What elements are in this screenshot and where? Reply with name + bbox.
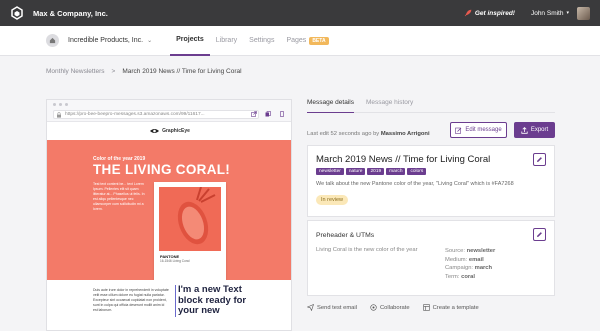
- message-title: March 2019 News // Time for Living Coral: [316, 154, 491, 165]
- pantone-code: 16-1546 Living Coral: [160, 259, 190, 263]
- new-text-block[interactable]: I'm a new Text block ready for your new: [175, 284, 255, 317]
- email-body: Duis aute irure dolor in reprehenderit i…: [47, 280, 291, 330]
- last-edit-info: Last edit 52 seconds ago by Massimo Arri…: [307, 131, 430, 137]
- utm-medium: email: [468, 256, 484, 263]
- preheader-card: Preheader & UTMs Living Coral is the new…: [307, 220, 555, 296]
- breadcrumb-current: March 2019 News // Time for Living Coral: [122, 68, 242, 75]
- email-header: GraphicEye: [47, 122, 291, 140]
- collaborate-icon: [370, 304, 377, 311]
- collaborate-button[interactable]: Collaborate: [370, 304, 410, 311]
- message-description: We talk about the new Pantone color of t…: [316, 181, 514, 187]
- pencil-icon: [537, 157, 542, 162]
- get-inspired-link[interactable]: Get inspired!: [464, 9, 515, 17]
- utm-list: Source: newsletter Medium: email Campaig…: [445, 248, 496, 280]
- tag[interactable]: newsletter: [316, 168, 344, 175]
- tab-message-details[interactable]: Message details: [307, 99, 354, 113]
- breadcrumb-parent[interactable]: Monthly Newsletters: [46, 68, 105, 75]
- pantone-card: PANTONE 16-1546 Living Coral: [154, 182, 226, 280]
- utm-term: coral: [461, 273, 475, 280]
- last-edit-user: Massimo Arrigoni: [380, 131, 430, 137]
- hero-title: THE LIVING CORAL!: [93, 162, 231, 177]
- tag[interactable]: 2019: [367, 168, 385, 175]
- home-icon[interactable]: [46, 34, 59, 47]
- avatar[interactable]: [577, 6, 590, 20]
- copy-icon[interactable]: [265, 111, 271, 117]
- preview-browser-chrome: https://pro-bee-beepro-messages.s3.amazo…: [47, 100, 291, 122]
- edit-details-button[interactable]: [533, 153, 546, 166]
- breadcrumb-separator: >: [111, 68, 116, 75]
- edit-preheader-button[interactable]: [533, 228, 546, 241]
- tab-projects[interactable]: Projects: [170, 26, 210, 56]
- email-content: GraphicEye Color of the year 2019 THE LI…: [47, 122, 291, 330]
- tag[interactable]: nature: [345, 168, 366, 175]
- tag[interactable]: march: [386, 168, 406, 175]
- tag[interactable]: colors: [407, 168, 427, 175]
- send-test-email-button[interactable]: Send test email: [307, 304, 357, 311]
- open-external-icon[interactable]: [251, 111, 257, 117]
- chevron-down-icon: ⌄: [147, 38, 153, 44]
- brand-name: GraphicEye: [162, 128, 190, 134]
- template-icon: [422, 304, 430, 311]
- coral-image: [159, 187, 221, 251]
- breadcrumb: Monthly Newsletters > March 2019 News //…: [46, 68, 242, 75]
- edit-message-button[interactable]: Edit message: [450, 122, 507, 138]
- app-logo-icon[interactable]: [10, 6, 24, 20]
- edit-icon: [455, 127, 462, 134]
- message-summary-card: March 2019 News // Time for Living Coral…: [307, 145, 555, 217]
- preheader-text: Living Coral is the new color of the yea…: [316, 247, 418, 253]
- body-text: Duis aute irure dolor in reprehenderit i…: [93, 288, 169, 312]
- preheader-heading: Preheader & UTMs: [316, 232, 375, 239]
- user-name: John Smith: [530, 9, 564, 17]
- tab-pages[interactable]: Pages BETA: [280, 26, 334, 56]
- send-icon: [307, 304, 314, 311]
- email-hero: Color of the year 2019 THE LIVING CORAL!…: [47, 140, 291, 280]
- tag-list: newsletter nature 2019 march colors: [316, 168, 427, 175]
- lock-icon: [57, 112, 61, 118]
- details-tabs: Message details Message history: [307, 99, 555, 113]
- utm-source: newsletter: [466, 248, 496, 254]
- brand-logo-icon: [150, 129, 160, 133]
- tab-settings[interactable]: Settings: [243, 26, 280, 56]
- chevron-down-icon: ▾: [566, 10, 569, 16]
- message-preview[interactable]: https://pro-bee-beepro-messages.s3.amazo…: [46, 99, 292, 331]
- utm-campaign: march: [474, 265, 493, 271]
- project-nav: Incredible Products, Inc. ⌄ Projects Lib…: [0, 26, 600, 56]
- export-icon: [521, 126, 528, 134]
- hero-body: Test text content be... text Lorem Ipsum…: [93, 182, 145, 211]
- company-name: Max & Company, Inc.: [33, 8, 108, 18]
- export-button[interactable]: Export: [514, 122, 555, 138]
- pencil-icon: [537, 232, 542, 237]
- preview-url-field[interactable]: https://pro-bee-beepro-messages.s3.amazo…: [53, 110, 259, 119]
- top-bar: Max & Company, Inc. Get inspired! John S…: [0, 0, 600, 26]
- project-selector[interactable]: Incredible Products, Inc. ⌄: [68, 37, 152, 44]
- beta-badge: BETA: [309, 36, 329, 45]
- footer-actions: Send test email Collaborate Create a tem…: [307, 304, 479, 311]
- rocket-icon: [464, 9, 472, 17]
- user-menu[interactable]: John Smith ▾: [531, 10, 569, 17]
- tab-message-history[interactable]: Message history: [366, 99, 413, 112]
- mobile-view-icon[interactable]: [279, 111, 285, 117]
- status-badge[interactable]: In review: [316, 195, 349, 205]
- tab-library[interactable]: Library: [210, 26, 243, 56]
- create-template-button[interactable]: Create a template: [422, 304, 479, 311]
